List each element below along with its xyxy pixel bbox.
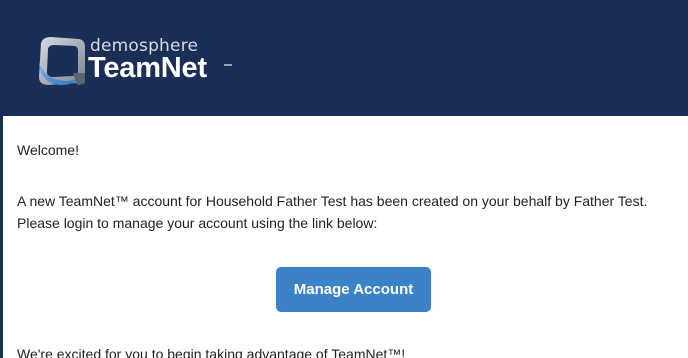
logo-title: TeamNet [88, 52, 207, 84]
email-header: demosphere TeamNet [0, 0, 688, 116]
teamnet-logo-icon [39, 37, 85, 86]
closing-text: We're excited for you to begin taking ad… [17, 346, 406, 358]
email-page: demosphere TeamNet Welcome! A new TeamNe… [0, 0, 688, 358]
intro-paragraph: A new TeamNet™ account for Household Fat… [17, 193, 648, 231]
greeting-text: Welcome! [17, 142, 79, 158]
logo-tm-mark [224, 64, 232, 66]
left-border [0, 116, 3, 358]
demosphere-teamnet-logo: demosphere TeamNet [33, 33, 253, 87]
manage-account-button[interactable]: Manage Account [276, 267, 431, 312]
